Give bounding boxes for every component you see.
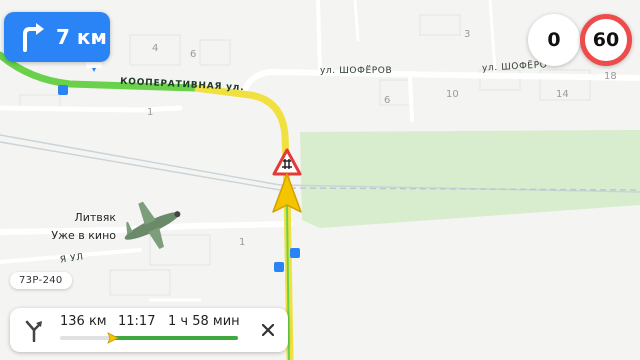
route-info-panel[interactable]: 136 км 11:17 1 ч 58 мин xyxy=(10,308,288,352)
bus-stop-icon xyxy=(58,85,300,272)
poi-subtitle[interactable]: Уже в кино xyxy=(51,229,116,242)
current-speed: 0 xyxy=(528,14,580,66)
turn-distance: 7 км xyxy=(56,25,107,49)
arrival-time: 11:17 xyxy=(118,314,156,329)
railway-crossing-warning-icon xyxy=(272,148,302,176)
house-number: 10 xyxy=(446,89,459,100)
house-number: 14 xyxy=(556,89,569,100)
road-number-badge: 73Р-240 xyxy=(10,272,72,289)
street-label-shoferov: ул. ШОФЁРОВ xyxy=(320,66,393,76)
close-icon xyxy=(262,324,274,336)
house-number: 6 xyxy=(384,95,391,106)
close-route-button[interactable] xyxy=(258,320,278,340)
next-turn-panel[interactable]: 7 км xyxy=(4,12,110,62)
house-number: 3 xyxy=(464,29,471,40)
speed-limit-sign: 60 xyxy=(580,14,632,66)
route-overview-icon[interactable] xyxy=(22,318,46,342)
house-number: 4 xyxy=(152,43,159,54)
route-duration: 1 ч 58 мин xyxy=(168,314,240,329)
route-progress-remaining xyxy=(113,336,238,340)
poi-title[interactable]: Литвяк xyxy=(74,211,116,224)
house-number: 1 xyxy=(239,237,246,248)
house-number: 18 xyxy=(604,71,617,82)
house-number: 1 xyxy=(147,107,154,118)
route-distance: 136 км xyxy=(60,314,107,329)
house-number: 6 xyxy=(190,49,197,60)
progress-position-icon xyxy=(107,332,120,344)
turn-right-icon xyxy=(23,23,44,52)
park-area xyxy=(300,130,640,228)
